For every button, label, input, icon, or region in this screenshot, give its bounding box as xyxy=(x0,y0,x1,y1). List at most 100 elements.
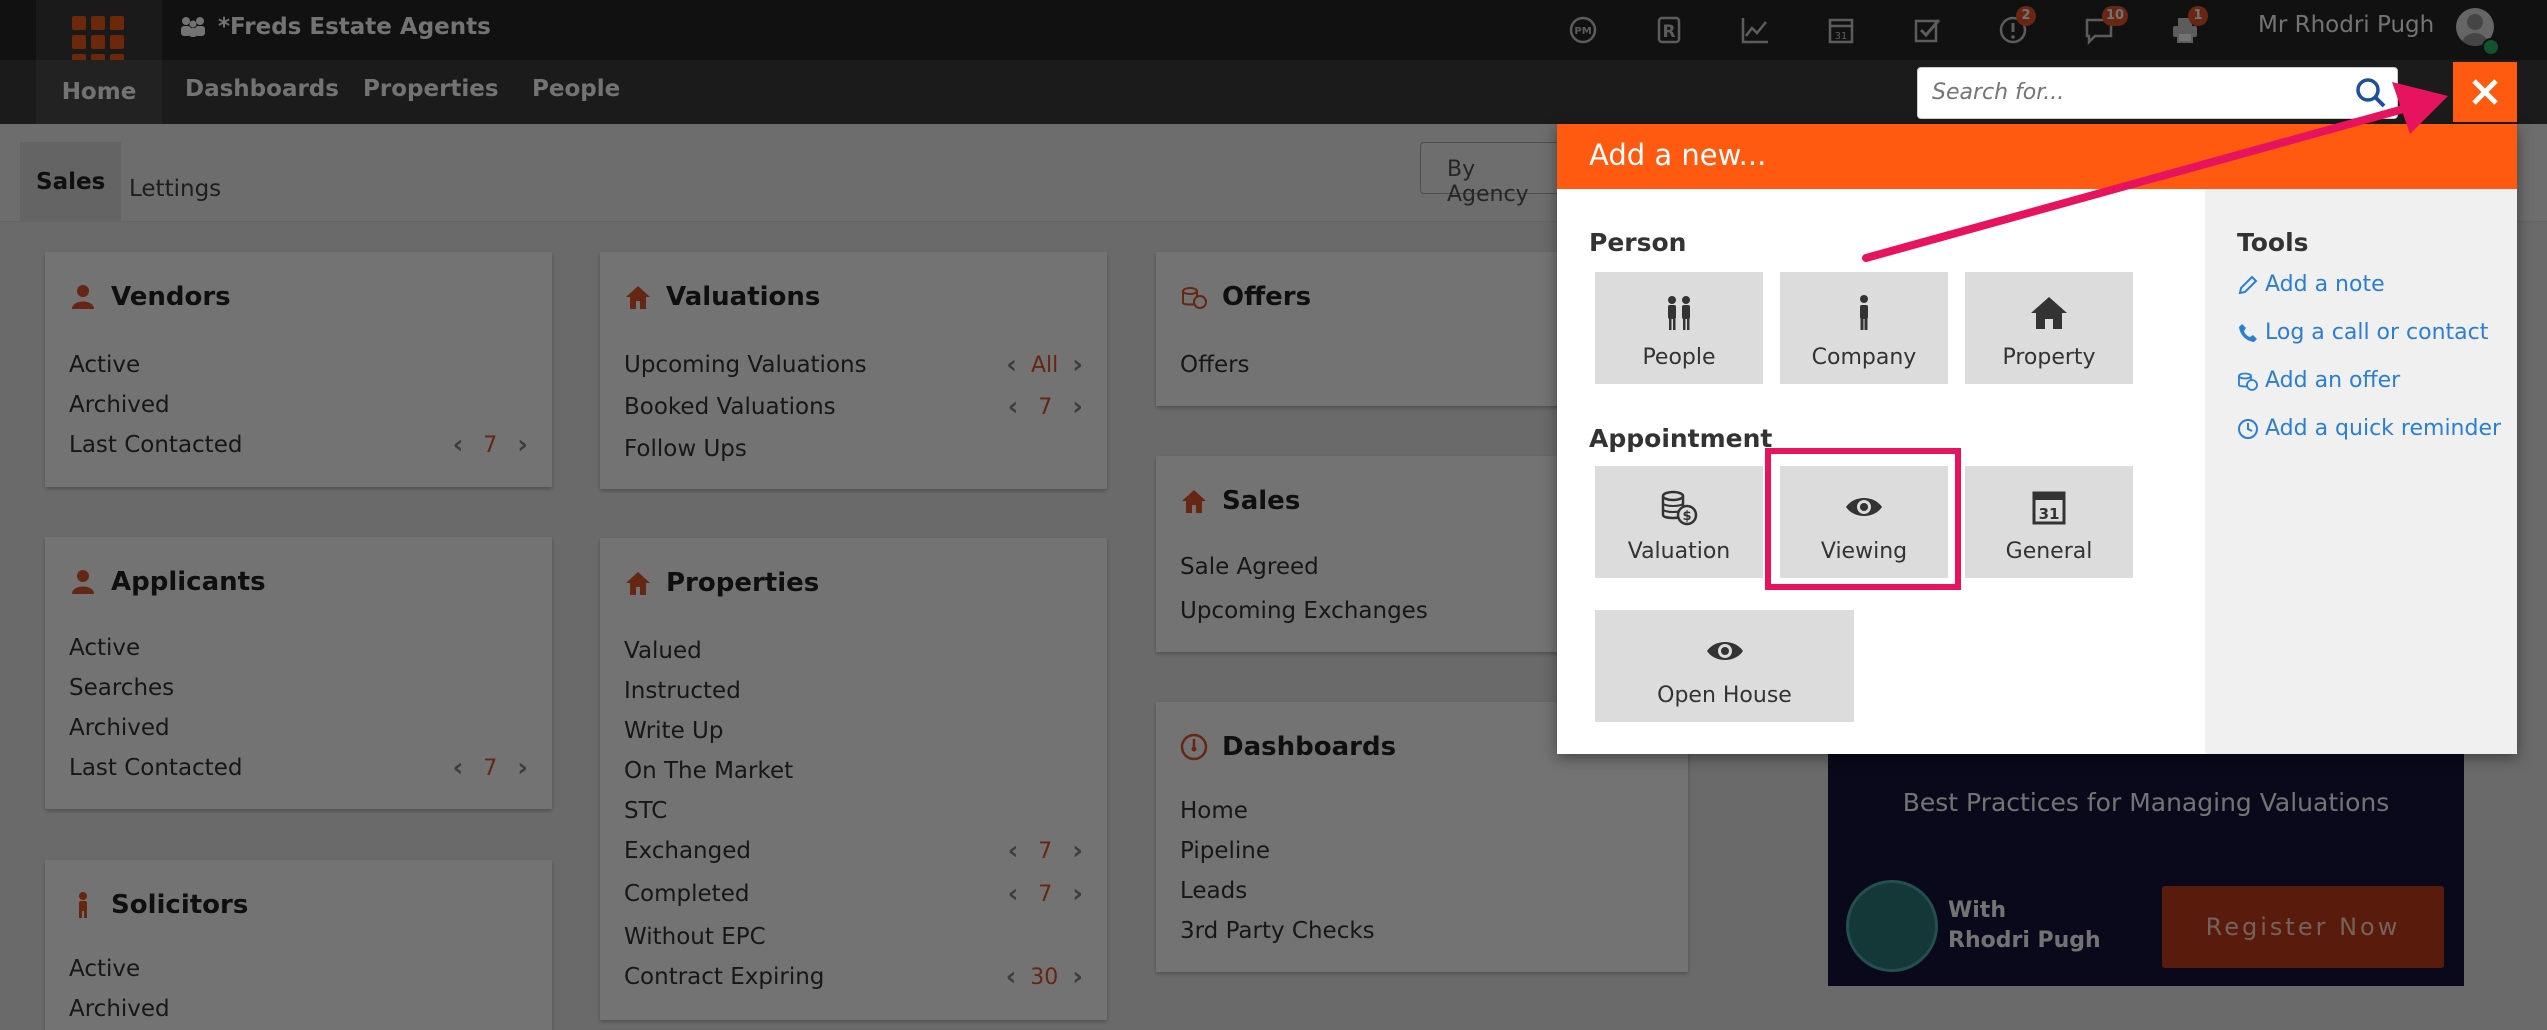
pager-value: 7 xyxy=(1038,838,1053,864)
nav-home[interactable]: Home xyxy=(36,60,162,124)
properties-row-valued[interactable]: Valued xyxy=(624,638,1083,664)
pm-sync-button[interactable]: PM xyxy=(1540,6,1626,54)
row-label: Exchanged xyxy=(624,838,751,864)
tab-lettings[interactable]: Lettings xyxy=(129,176,221,202)
applicants-row-last-contacted[interactable]: Last Contacted ‹ 7 › xyxy=(69,753,528,783)
log-call-link[interactable]: Log a call or contact xyxy=(2237,320,2488,345)
vendors-row-active[interactable]: Active xyxy=(69,352,528,378)
tile-label: Valuation xyxy=(1627,539,1731,564)
properties-row-without-epc[interactable]: Without EPC xyxy=(624,924,1083,950)
pager: ‹ All › xyxy=(1006,350,1083,380)
pager-value: 7 xyxy=(1038,394,1053,420)
tile-label: Property xyxy=(2002,345,2096,370)
clock-icon xyxy=(2238,418,2258,439)
calendar-button[interactable]: 31 xyxy=(1798,6,1884,54)
applicants-row-archived[interactable]: Archived xyxy=(69,715,528,741)
chevron-left-icon[interactable]: ‹ xyxy=(1006,962,1017,992)
chevron-left-icon[interactable]: ‹ xyxy=(1006,350,1017,380)
chevron-right-icon[interactable]: › xyxy=(1072,879,1083,909)
user-name[interactable]: Mr Rhodri Pugh xyxy=(2258,12,2434,38)
by-agency-select[interactable]: By Agency xyxy=(1420,142,1560,207)
vendors-row-archived[interactable]: Archived xyxy=(69,392,528,418)
tile-label: Company xyxy=(1811,345,1917,370)
solicitors-row-active[interactable]: Active xyxy=(69,956,528,982)
pager: ‹ 7 › xyxy=(453,753,528,783)
chevron-right-icon[interactable]: › xyxy=(517,753,528,783)
dashboards-row-pipeline[interactable]: Pipeline xyxy=(1180,838,1664,864)
add-offer-link[interactable]: Add an offer xyxy=(2237,368,2400,393)
sales-title-text: Sales xyxy=(1222,486,1301,516)
applicants-row-searches[interactable]: Searches xyxy=(69,675,528,701)
brand[interactable]: *Freds Estate Agents xyxy=(178,14,491,40)
alerts-button[interactable]: 2 xyxy=(1970,6,2056,54)
vendors-row-last-contacted[interactable]: Last Contacted ‹ 7 › xyxy=(69,430,528,460)
properties-row-exchanged[interactable]: Exchanged ‹ 7 › xyxy=(624,836,1083,866)
search-field[interactable] xyxy=(1917,67,2398,119)
print-queue-button[interactable]: 1 xyxy=(2142,6,2228,54)
chevron-right-icon[interactable]: › xyxy=(517,430,528,460)
chevron-right-icon[interactable]: › xyxy=(1072,962,1083,992)
properties-row-instructed[interactable]: Instructed xyxy=(624,678,1083,704)
chevron-left-icon[interactable]: ‹ xyxy=(1008,879,1019,909)
register-button[interactable]: Register Now xyxy=(2162,886,2444,968)
chevron-left-icon[interactable]: ‹ xyxy=(453,753,464,783)
nav-properties[interactable]: Properties xyxy=(363,76,499,102)
pager-value: 30 xyxy=(1030,964,1059,990)
house-icon xyxy=(2031,297,2067,329)
chevron-left-icon[interactable]: ‹ xyxy=(453,430,464,460)
tab-sales[interactable]: Sales xyxy=(20,142,122,222)
pager: ‹ 7 › xyxy=(1008,836,1083,866)
solicitors-row-archived[interactable]: Archived xyxy=(69,996,528,1022)
add-general-tile[interactable]: 31 General xyxy=(1965,466,2133,578)
messages-button[interactable]: 10 xyxy=(2056,6,2142,54)
applicants-row-active[interactable]: Active xyxy=(69,635,528,661)
webinar-banner[interactable]: Best Practices for Managing Valuations W… xyxy=(1828,748,2464,986)
add-note-link[interactable]: Add a note xyxy=(2237,272,2385,297)
add-people-tile[interactable]: People xyxy=(1595,272,1763,384)
properties-row-write-up[interactable]: Write Up xyxy=(624,718,1083,744)
chevron-left-icon[interactable]: ‹ xyxy=(1008,836,1019,866)
add-valuation-tile[interactable]: $ Valuation xyxy=(1595,466,1763,578)
chevron-right-icon[interactable]: › xyxy=(1072,836,1083,866)
add-company-tile[interactable]: Company xyxy=(1780,272,1948,384)
add-open-house-tile[interactable]: Open House xyxy=(1595,610,1854,722)
r-logo-button[interactable]: R xyxy=(1626,6,1712,54)
nav-people[interactable]: People xyxy=(532,76,620,102)
properties-row-completed[interactable]: Completed ‹ 7 › xyxy=(624,879,1083,909)
presenter-text: With Rhodri Pugh xyxy=(1948,896,2101,956)
dashboards-row-home[interactable]: Home xyxy=(1180,798,1664,824)
coins-icon xyxy=(1182,287,1207,309)
close-button[interactable] xyxy=(2453,62,2517,122)
chevron-right-icon[interactable]: › xyxy=(1072,350,1083,380)
vendors-card: Vendors Active Archived Last Contacted ‹… xyxy=(45,252,552,487)
dashboards-row-leads[interactable]: Leads xyxy=(1180,878,1664,904)
properties-row-stc[interactable]: STC xyxy=(624,798,1083,824)
valuations-row-upcoming[interactable]: Upcoming Valuations ‹ All › xyxy=(624,350,1083,380)
chart-icon xyxy=(1741,18,1768,44)
dashboards-title-text: Dashboards xyxy=(1222,732,1397,762)
tasks-button[interactable] xyxy=(1884,6,1970,54)
dashboards-row-3rd-party-checks[interactable]: 3rd Party Checks xyxy=(1180,918,1664,944)
properties-row-contract-expiring[interactable]: Contract Expiring ‹ 30 › xyxy=(624,962,1083,992)
chevron-right-icon[interactable]: › xyxy=(1072,392,1083,422)
chevron-left-icon[interactable]: ‹ xyxy=(1008,392,1019,422)
presenter-photo xyxy=(1846,880,1938,972)
add-reminder-link[interactable]: Add a quick reminder xyxy=(2237,416,2501,441)
coins-icon xyxy=(2238,372,2258,391)
calendar-icon: 31 xyxy=(2032,491,2066,525)
valuations-row-booked[interactable]: Booked Valuations ‹ 7 › xyxy=(624,392,1083,422)
reports-button[interactable] xyxy=(1712,6,1798,54)
search-icon[interactable] xyxy=(2355,77,2387,109)
pager: ‹ 30 › xyxy=(1006,962,1083,992)
valuations-row-follow-ups[interactable]: Follow Ups xyxy=(624,436,1083,462)
messages-badge: 10 xyxy=(2102,6,2129,26)
valuations-title-text: Valuations xyxy=(666,282,821,312)
search-input[interactable] xyxy=(1918,68,2338,116)
add-viewing-tile[interactable]: Viewing xyxy=(1780,466,1948,578)
with-label: With xyxy=(1948,898,2006,923)
add-property-tile[interactable]: Property xyxy=(1965,272,2133,384)
nav-dashboards[interactable]: Dashboards xyxy=(185,76,339,102)
properties-row-on-market[interactable]: On The Market xyxy=(624,758,1083,784)
row-label: Last Contacted xyxy=(69,755,243,781)
row-label: Contract Expiring xyxy=(624,964,825,990)
